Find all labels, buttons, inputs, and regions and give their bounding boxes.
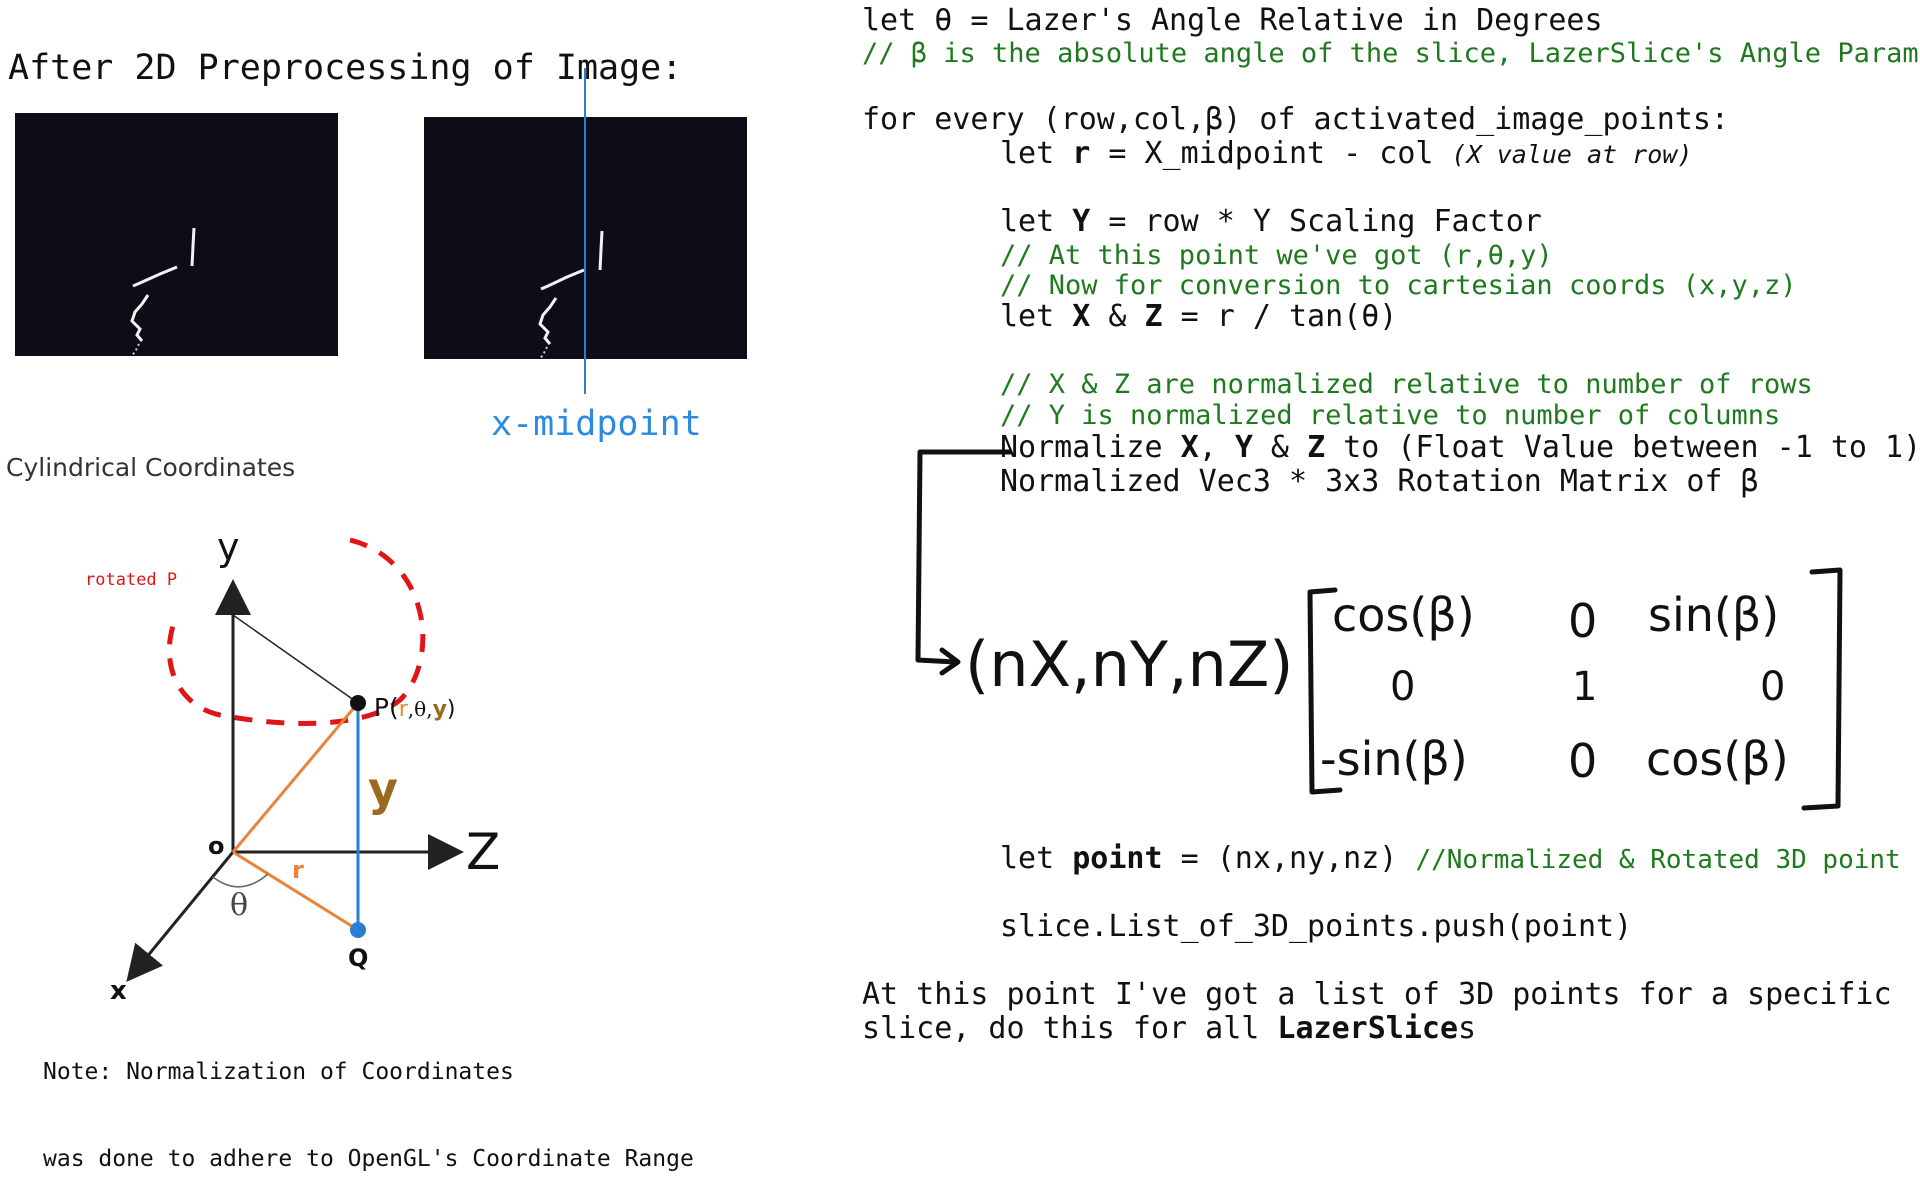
code-comment-beta: // β is the absolute angle of the slice,… xyxy=(862,38,1919,69)
matrix-r2-c2: 1 xyxy=(1572,664,1598,710)
projection-line xyxy=(232,614,359,704)
axis-y-label: y xyxy=(217,525,240,569)
matrix-r1-c2: 0 xyxy=(1568,594,1598,648)
matrix-r3-c3: cos(β) xyxy=(1646,732,1789,786)
code-line-theta: let θ = Lazer's Angle Relative in Degree… xyxy=(862,3,1603,38)
radius-r-label: r xyxy=(292,856,304,884)
p-coordinate-label: P(r,θ,y) xyxy=(358,664,456,722)
processed-image-left xyxy=(15,113,338,357)
vector-label: (nX,nY,nZ) xyxy=(965,628,1294,701)
point-q xyxy=(350,922,366,938)
matrix-r2-c3: 0 xyxy=(1760,664,1786,710)
x-axis xyxy=(126,851,235,982)
section-heading: After 2D Preprocessing of Image: xyxy=(8,48,683,88)
x-midpoint-label: x-midpoint xyxy=(491,404,702,444)
code-let-xz: let X & Z = r / tan(θ) xyxy=(1000,299,1398,334)
matrix-r3-c1: -sin(β) xyxy=(1320,732,1468,786)
p-close: ) xyxy=(446,697,456,722)
origin-label: o xyxy=(208,832,225,860)
code-let-y: let Y = row * Y Scaling Factor xyxy=(1000,204,1542,239)
code-comment-cartesian: // Now for conversion to cartesian coord… xyxy=(1000,270,1797,301)
summary-line-2: slice, do this for all LazerSlices xyxy=(862,1011,1477,1046)
code-let-point: let point = (nx,ny,nz) //Normalized & Ro… xyxy=(1000,841,1901,876)
p-prefix: P( xyxy=(373,693,399,722)
height-y-label: y xyxy=(368,762,398,816)
p-r: r xyxy=(398,697,408,722)
theta-label: θ xyxy=(230,888,249,923)
theta-arc xyxy=(212,873,269,888)
code-comment-y-norm: // Y is normalized relative to number of… xyxy=(1000,400,1781,431)
code-for-loop: for every (row,col,β) of activated_image… xyxy=(862,102,1729,137)
cylindrical-diagram xyxy=(126,537,464,982)
summary-line-1: At this point I've got a list of 3D poin… xyxy=(862,977,1892,1012)
note-line-2: was done to adhere to OpenGL's Coordinat… xyxy=(43,1146,694,1172)
code-push-point: slice.List_of_3D_points.push(point) xyxy=(1000,909,1633,944)
op-segment xyxy=(231,702,360,853)
laser-line-sketch xyxy=(130,227,196,357)
normalization-note: Note: Normalization of Coordinates was d… xyxy=(43,1000,694,1203)
matrix-r2-c1: 0 xyxy=(1390,664,1416,710)
matrix-r1-c1: cos(β) xyxy=(1332,588,1475,642)
code-comment-cylindrical: // At this point we've got (r,θ,y) xyxy=(1000,240,1553,271)
rotated-p-label: rotated P xyxy=(85,570,178,590)
matrix-right-bracket xyxy=(1801,567,1843,811)
x-midpoint-line xyxy=(584,68,586,394)
axis-z-label: Z xyxy=(466,823,501,881)
matrix-r3-c2: 0 xyxy=(1568,734,1598,788)
matrix-r1-c3: sin(β) xyxy=(1648,588,1780,642)
code-let-r: let r = X_midpoint - col (X value at row… xyxy=(1000,136,1693,171)
cylindrical-title: Cylindrical Coordinates xyxy=(6,453,296,482)
p-y: y xyxy=(432,697,447,722)
code-comment-xz-norm: // X & Z are normalized relative to numb… xyxy=(1000,369,1813,400)
p-theta: ,θ, xyxy=(407,697,433,721)
q-label: Q xyxy=(348,944,369,972)
note-line-1: Note: Normalization of Coordinates xyxy=(43,1059,514,1085)
